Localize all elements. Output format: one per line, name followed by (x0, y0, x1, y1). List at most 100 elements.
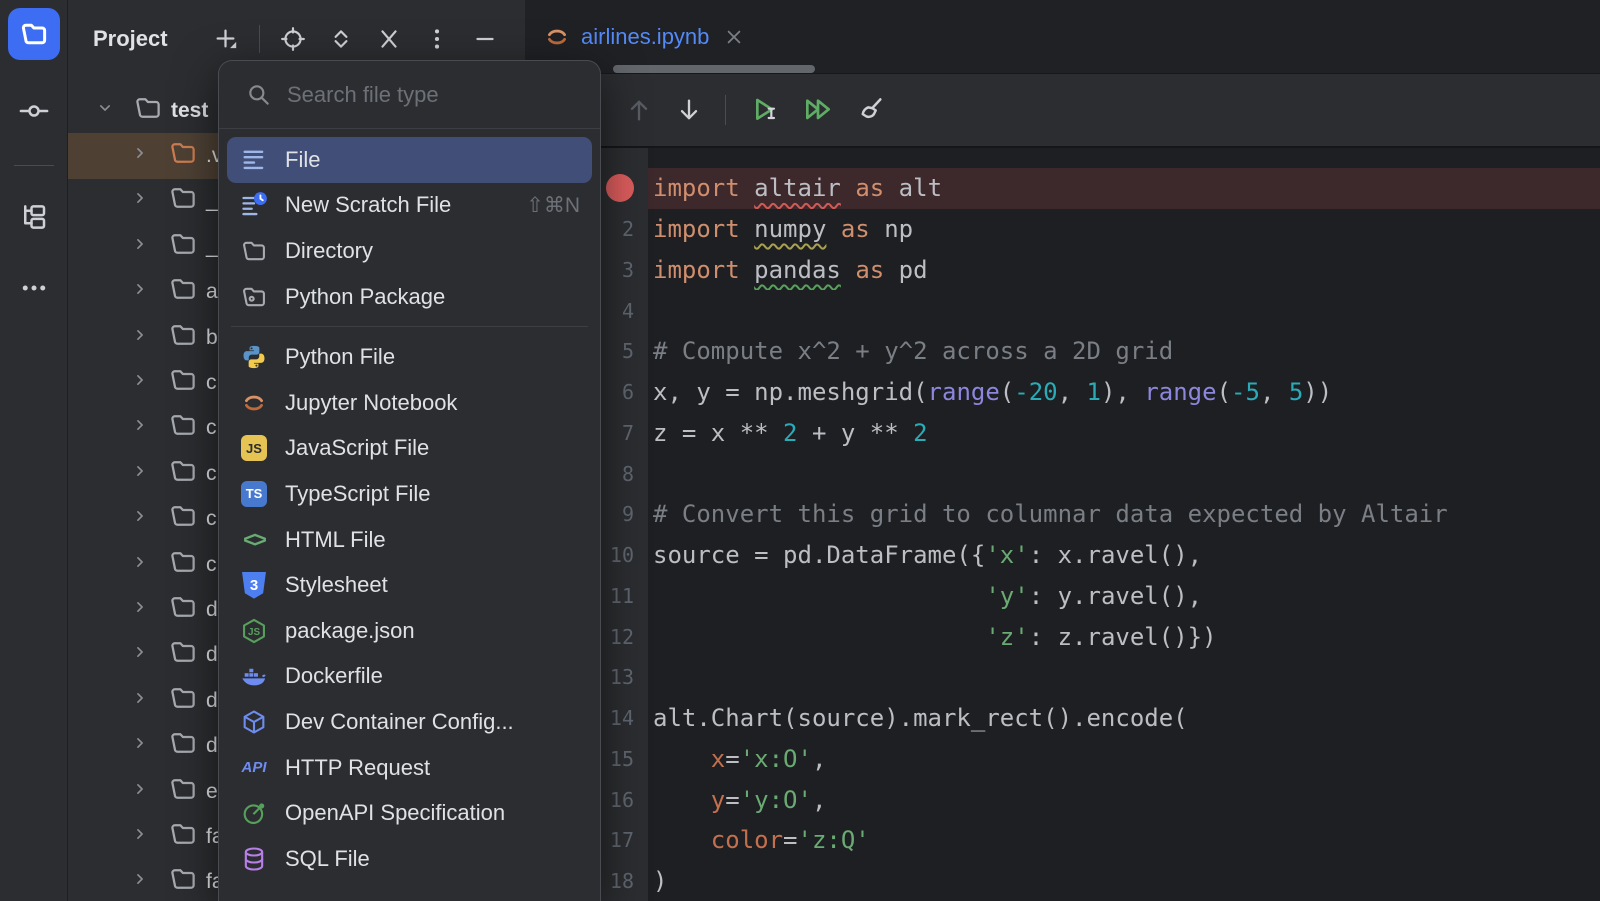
code-text[interactable]: y='y:O', (648, 779, 1600, 820)
tool-window-button-more[interactable] (19, 273, 49, 308)
popup-search-field[interactable]: Search file type (219, 61, 600, 129)
expand-all-icon[interactable] (328, 26, 354, 52)
menu-item-label: Python File (285, 344, 395, 370)
tree-item-label: d (206, 689, 218, 713)
scratch-icon (239, 191, 269, 219)
jupyter-notebook-icon (543, 23, 571, 51)
menu-item-label: Stylesheet (285, 572, 388, 598)
menu-item-sql-file[interactable]: SQL File (227, 836, 592, 882)
docker-icon (239, 662, 269, 690)
project-panel-title: Project (93, 26, 168, 52)
menu-item-directory[interactable]: Directory (227, 228, 592, 274)
menu-item-label: OpenAPI Specification (285, 800, 505, 826)
javascript-icon: JS (239, 435, 269, 461)
notebook-editor: import altair as alt 2 import numpy as n… (525, 148, 1600, 901)
svg-text:JS: JS (248, 627, 261, 638)
arrow-up-icon[interactable] (625, 96, 653, 124)
http-icon: API (239, 759, 269, 776)
collapse-all-icon[interactable] (376, 26, 402, 52)
menu-item-http-request[interactable]: API HTTP Request (227, 745, 592, 791)
tree-item-label: c (206, 416, 217, 440)
dev-container-icon (239, 708, 269, 736)
menu-item-label: Python Package (285, 284, 445, 310)
tree-item-label: c (206, 553, 217, 577)
menu-item-label: HTTP Request (285, 755, 430, 781)
jupyter-icon (239, 389, 269, 417)
code-text[interactable] (648, 290, 1600, 331)
code-text[interactable]: 'z': z.ravel()}) (648, 616, 1600, 657)
activity-bar (0, 0, 68, 901)
code-line-8: 8 (525, 453, 1600, 494)
code-line-7: 7 z = x ** 2 + y ** 2 (525, 413, 1600, 454)
menu-item-dev-container-config[interactable]: Dev Container Config... (227, 699, 592, 745)
code-line-17: 17 color='z:Q' (525, 820, 1600, 861)
openapi-icon (239, 799, 269, 827)
tool-window-button-commit[interactable] (19, 96, 49, 131)
breakpoint-icon (606, 174, 634, 202)
ide-window: Project test .v _ _ a b c c c c (0, 0, 1600, 901)
new-file-popup: Search file type File New Scratch File ⇧… (218, 60, 601, 901)
code-text[interactable]: import pandas as pd (648, 250, 1600, 291)
tree-item-label: d (206, 598, 218, 622)
menu-item-new-scratch-file[interactable]: New Scratch File ⇧⌘N (227, 183, 592, 229)
menu-item-dockerfile[interactable]: Dockerfile (227, 654, 592, 700)
code-line-6: 6 x, y = np.meshgrid(range(-20, 1), rang… (525, 372, 1600, 413)
menu-item-python-package[interactable]: Python Package (227, 274, 592, 320)
code-text[interactable]: source = pd.DataFrame({'x': x.ravel(), (648, 535, 1600, 576)
add-icon[interactable] (212, 25, 239, 52)
hide-icon[interactable] (472, 26, 498, 52)
code-text[interactable]: ) (648, 861, 1600, 901)
code-line-14: 14 alt.Chart(source).mark_rect().encode( (525, 698, 1600, 739)
menu-item-stylesheet[interactable]: 3 Stylesheet (227, 562, 592, 608)
code-text[interactable]: z = x ** 2 + y ** 2 (648, 413, 1600, 454)
menu-item-package-json[interactable]: JS package.json (227, 608, 592, 654)
tool-window-button-structure[interactable] (19, 202, 49, 237)
broom-icon[interactable] (856, 95, 886, 125)
horizontal-scrollbar-thumb[interactable] (613, 65, 815, 73)
code-text[interactable]: # Convert this grid to columnar data exp… (648, 494, 1600, 535)
tree-item-label: _ (206, 189, 218, 213)
close-tab-icon[interactable] (725, 28, 743, 46)
file-icon (239, 146, 269, 174)
code-line-15: 15 x='x:O', (525, 739, 1600, 780)
run-all-icon[interactable] (802, 94, 834, 126)
code-line-5: 5 # Compute x^2 + y^2 across a 2D grid (525, 331, 1600, 372)
menu-item-typescript-file[interactable]: TS TypeScript File (227, 471, 592, 517)
arrow-down-icon[interactable] (675, 96, 703, 124)
code-text[interactable] (648, 453, 1600, 494)
menu-item-label: Directory (285, 238, 373, 264)
menu-item-python-file[interactable]: Python File (227, 334, 592, 380)
code-line-2: 2 import numpy as np (525, 209, 1600, 250)
menu-item-label: Dockerfile (285, 663, 383, 689)
code-text[interactable]: import numpy as np (648, 209, 1600, 250)
html-icon: <> (239, 527, 269, 553)
menu-item-label: SQL File (285, 846, 370, 872)
code-text[interactable]: x, y = np.meshgrid(range(-20, 1), range(… (648, 372, 1600, 413)
menu-item-html-file[interactable]: <> HTML File (227, 517, 592, 563)
project-panel-toolbar (212, 25, 498, 53)
code-text[interactable]: import altair as alt (648, 168, 1600, 209)
menu-item-jupyter-notebook[interactable]: Jupyter Notebook (227, 380, 592, 426)
menu-item-label: File (285, 147, 320, 173)
popup-item-list: File New Scratch File ⇧⌘N Directory Pyth… (219, 129, 600, 882)
tree-item-label: c (206, 371, 217, 395)
code-text[interactable]: alt.Chart(source).mark_rect().encode( (648, 698, 1600, 739)
code-line-9: 9 # Convert this grid to columnar data e… (525, 494, 1600, 535)
code-line-12: 12 'z': z.ravel()}) (525, 616, 1600, 657)
kebab-icon[interactable] (424, 26, 450, 52)
menu-separator (231, 326, 588, 327)
toolbar-divider (725, 95, 726, 125)
code-line-11: 11 'y': y.ravel(), (525, 576, 1600, 617)
code-text[interactable]: x='x:O', (648, 739, 1600, 780)
code-text[interactable]: color='z:Q' (648, 820, 1600, 861)
menu-item-javascript-file[interactable]: JS JavaScript File (227, 426, 592, 472)
run-cell-icon[interactable] (748, 94, 780, 126)
tool-window-button-project[interactable] (8, 8, 60, 60)
code-text[interactable] (648, 657, 1600, 698)
locate-icon[interactable] (280, 26, 306, 52)
code-text[interactable]: # Compute x^2 + y^2 across a 2D grid (648, 331, 1600, 372)
menu-item-file[interactable]: File (227, 137, 592, 183)
code-text[interactable]: 'y': y.ravel(), (648, 576, 1600, 617)
menu-item-openapi-specification[interactable]: OpenAPI Specification (227, 790, 592, 836)
tab-airlines-ipynb[interactable]: airlines.ipynb (543, 23, 743, 51)
